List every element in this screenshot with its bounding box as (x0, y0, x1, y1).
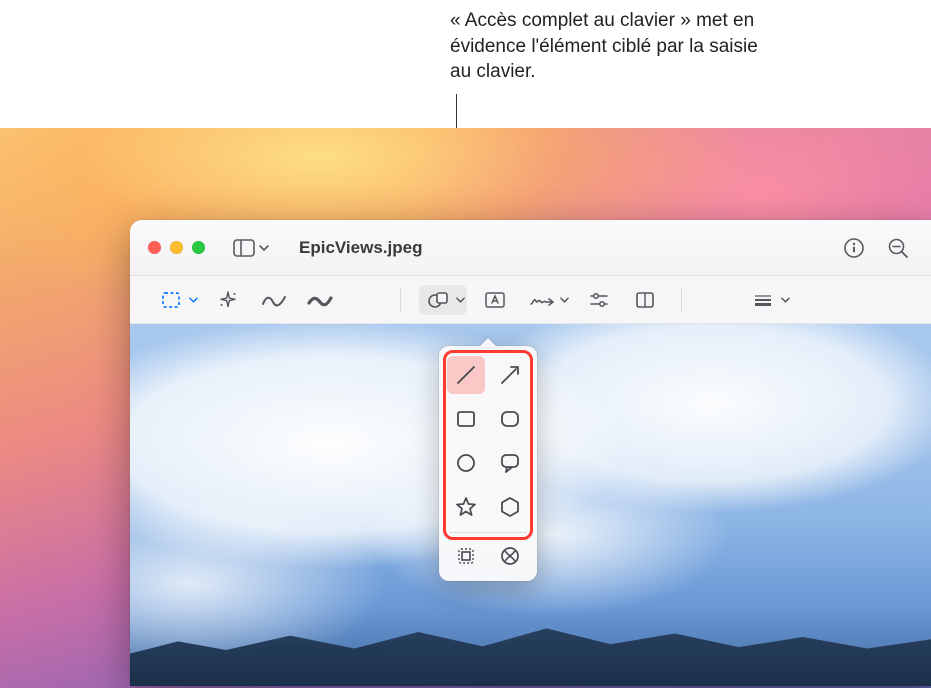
sliders-icon (588, 291, 610, 309)
window-controls (148, 241, 205, 254)
signature-icon (529, 292, 555, 308)
close-button[interactable] (148, 241, 161, 254)
line-style-button[interactable] (744, 285, 792, 315)
shapes-popover (439, 346, 537, 581)
circle-icon (453, 450, 479, 476)
shape-circle-button[interactable] (447, 444, 485, 482)
hexagon-icon (497, 494, 523, 520)
chevron-down-icon (189, 296, 198, 303)
info-icon (843, 237, 865, 259)
chevron-down-icon (259, 244, 269, 252)
markup-toolbar (130, 276, 931, 324)
shape-mask-button[interactable] (491, 539, 529, 573)
toolbar-separator (400, 287, 401, 313)
rect-rounded-icon (497, 406, 523, 432)
rect-outline-icon (453, 406, 479, 432)
shape-rect-rounded-button[interactable] (491, 400, 529, 438)
chevron-down-icon (560, 296, 569, 303)
text-button[interactable] (477, 285, 513, 315)
sidebar-toggle-button[interactable] (227, 235, 275, 261)
toolbar-separator (681, 287, 682, 313)
sign-button[interactable] (523, 285, 571, 315)
chevron-down-icon (456, 296, 465, 303)
shape-star-button[interactable] (447, 488, 485, 526)
instant-alpha-button[interactable] (210, 285, 246, 315)
text-box-icon (484, 291, 506, 309)
zoom-out-button[interactable] (887, 237, 909, 259)
draw-icon (307, 292, 333, 308)
shapes-button[interactable] (419, 285, 467, 315)
window-title: EpicViews.jpeg (299, 238, 831, 258)
sidebar-icon (233, 239, 255, 257)
speech-bubble-icon (497, 450, 523, 476)
fullscreen-button[interactable] (192, 241, 205, 254)
image-content (130, 614, 931, 686)
selection-rect-icon (161, 291, 181, 309)
shapes-icon (427, 290, 449, 310)
popover-separator (449, 532, 527, 533)
sketch-icon (261, 292, 287, 308)
arrow-icon (497, 362, 523, 388)
minimize-button[interactable] (170, 241, 183, 254)
mask-icon (497, 544, 523, 568)
selection-tool-button[interactable] (152, 285, 200, 315)
sketch-button[interactable] (256, 285, 292, 315)
shape-speech-bubble-button[interactable] (491, 444, 529, 482)
titlebar: EpicViews.jpeg (130, 220, 931, 276)
zoom-out-icon (887, 237, 909, 259)
sparkle-icon (217, 290, 239, 310)
line-weight-icon (752, 293, 774, 307)
chevron-down-icon (781, 296, 790, 303)
adjust-color-button[interactable] (581, 285, 617, 315)
crop-icon (635, 291, 655, 309)
star-icon (453, 494, 479, 520)
shape-rect-outline-button[interactable] (447, 400, 485, 438)
callout-text: « Accès complet au clavier » met en évid… (450, 8, 780, 85)
draw-button[interactable] (302, 285, 338, 315)
shape-loupe-button[interactable] (447, 539, 485, 573)
crop-button[interactable] (627, 285, 663, 315)
shape-arrow-button[interactable] (491, 356, 529, 394)
shape-hexagon-button[interactable] (491, 488, 529, 526)
loupe-icon (453, 544, 479, 568)
shape-line-button[interactable] (447, 356, 485, 394)
info-button[interactable] (843, 237, 865, 259)
line-icon (453, 362, 479, 388)
